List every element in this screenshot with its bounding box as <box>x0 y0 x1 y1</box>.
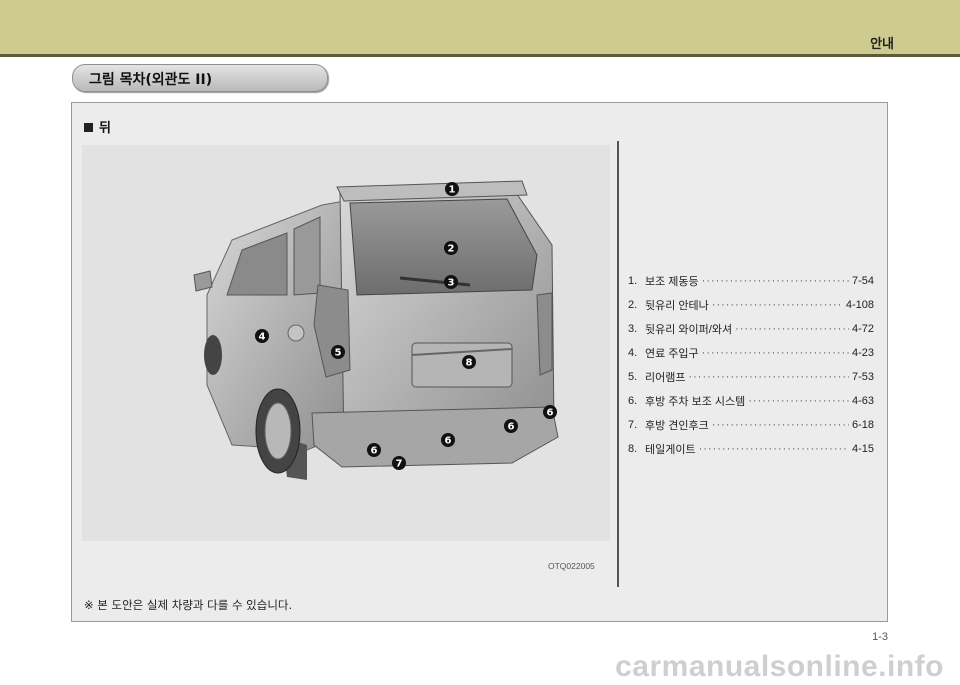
callout-7-label: 7 <box>396 459 403 470</box>
divider-line <box>617 141 619 587</box>
toc-item[interactable]: 1. 보조 제동등 ······························… <box>628 269 874 293</box>
toc-item-page: 7-53 <box>851 371 874 383</box>
toc-item-number: 3. <box>628 323 638 335</box>
callout-1-label: 1 <box>449 185 456 196</box>
leader-dots: ········································… <box>711 419 849 431</box>
toc-item-title: 테일게이트 <box>645 444 696 456</box>
callout-1: 1 <box>445 182 459 196</box>
section-tab-label: 그림 목차(외관도 II) <box>89 72 213 88</box>
leader-dots: ········································… <box>701 347 849 359</box>
leader-dots: ········································… <box>735 323 849 335</box>
callout-6b-label: 6 <box>508 422 515 433</box>
toc-item-page: 4-63 <box>851 395 874 407</box>
leader-dots: ········································… <box>748 395 849 407</box>
parts-index: 1. 보조 제동등 ······························… <box>628 269 874 461</box>
page-number: 1-3 <box>872 631 888 643</box>
toc-item-number: 4. <box>628 347 638 359</box>
callout-2: 2 <box>444 241 458 255</box>
section-tab: 그림 목차(외관도 II) <box>72 64 328 92</box>
leader-dots: ········································… <box>701 275 849 287</box>
toc-item-page: 4-72 <box>851 323 874 335</box>
callout-6a-label: 6 <box>547 408 554 419</box>
callout-5: 5 <box>331 345 345 359</box>
square-bullet-icon <box>84 123 93 132</box>
vehicle-rear-illustration: 1 2 3 4 5 8 6 6 6 6 7 <box>82 145 610 541</box>
toc-item[interactable]: 5. 리어램프 ································… <box>628 365 874 389</box>
toc-item-title: 후방 주차 보조 시스템 <box>645 396 746 408</box>
toc-item[interactable]: 3. 뒷유리 와이퍼/와셔 ··························… <box>628 317 874 341</box>
chapter-title: 안내 <box>870 37 894 52</box>
callout-4-label: 4 <box>259 332 266 343</box>
content-panel: 뒤 1 2 3 4 5 8 6 6 6 6 7 OTQ022005 1. 보조 … <box>71 102 888 622</box>
callout-4: 4 <box>255 329 269 343</box>
leader-dots: ········································… <box>698 443 849 455</box>
callout-6c-label: 6 <box>445 436 452 447</box>
toc-item-page: 7-54 <box>851 275 874 287</box>
toc-item-number: 1. <box>628 275 638 287</box>
callout-5-label: 5 <box>335 348 342 359</box>
callout-6d: 6 <box>367 443 381 457</box>
toc-item-page: 4-23 <box>851 347 874 359</box>
van-rear-drawing: 1 2 3 4 5 8 6 6 6 6 7 <box>193 180 559 480</box>
toc-item-title: 보조 제동등 <box>645 276 699 288</box>
toc-item-title: 뒷유리 와이퍼/와셔 <box>645 324 733 336</box>
view-label: 뒤 <box>84 117 111 136</box>
leader-dots: ········································… <box>711 299 843 311</box>
callout-6a: 6 <box>543 405 557 419</box>
leader-dots: ········································… <box>688 371 848 383</box>
callout-6d-label: 6 <box>371 446 378 457</box>
toc-item[interactable]: 6. 후방 주차 보조 시스템 ························… <box>628 389 874 413</box>
toc-item-page: 6-18 <box>851 419 874 431</box>
figure-code: OTQ022005 <box>548 561 595 571</box>
toc-item-page: 4-15 <box>851 443 874 455</box>
toc-item-title: 후방 견인후크 <box>645 420 709 432</box>
toc-item-number: 6. <box>628 395 638 407</box>
callout-8-label: 8 <box>466 358 473 369</box>
view-label-text: 뒤 <box>99 121 111 136</box>
toc-item[interactable]: 4. 연료 주입구 ······························… <box>628 341 874 365</box>
toc-item[interactable]: 7. 후방 견인후크 ·····························… <box>628 413 874 437</box>
top-banner-rule <box>0 54 960 57</box>
watermark: carmanualsonline.info <box>615 650 944 683</box>
callout-3-label: 3 <box>448 278 455 289</box>
toc-item-number: 7. <box>628 419 638 431</box>
toc-item-number: 2. <box>628 299 638 311</box>
toc-item-title: 연료 주입구 <box>645 348 699 360</box>
callout-6c: 6 <box>441 433 455 447</box>
callout-7: 7 <box>392 456 406 470</box>
toc-item-title: 리어램프 <box>645 372 686 384</box>
toc-item-title: 뒷유리 안테나 <box>645 300 709 312</box>
top-banner <box>0 0 960 54</box>
disclaimer-note: ※ 본 도안은 실제 차량과 다를 수 있습니다. <box>84 598 293 612</box>
toc-item[interactable]: 2. 뒷유리 안테나 ·····························… <box>628 293 874 317</box>
callout-2-label: 2 <box>448 244 455 255</box>
toc-item-page: 4-108 <box>845 299 874 311</box>
callout-3: 3 <box>444 275 458 289</box>
toc-item-number: 8. <box>628 443 638 455</box>
toc-item[interactable]: 8. 테일게이트 ·······························… <box>628 437 874 461</box>
callout-6b: 6 <box>504 419 518 433</box>
toc-item-number: 5. <box>628 371 638 383</box>
callout-8: 8 <box>462 355 476 369</box>
